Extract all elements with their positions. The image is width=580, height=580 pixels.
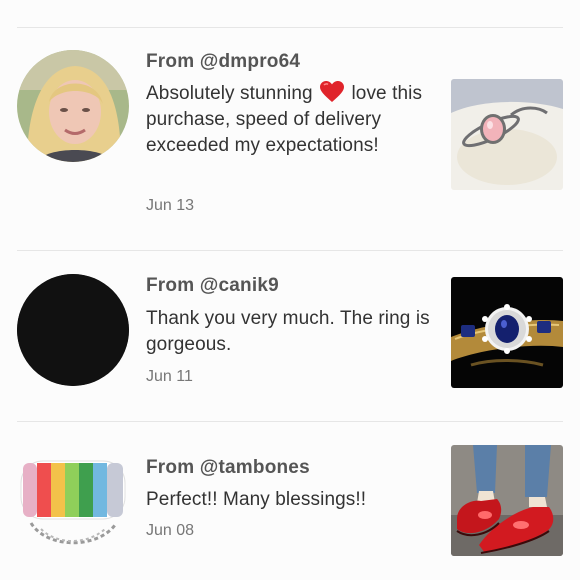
divider — [17, 421, 563, 422]
review-author[interactable]: From @canik9 — [146, 275, 279, 297]
review-author[interactable]: From @tambones — [146, 457, 310, 479]
review-author[interactable]: From @dmpro64 — [146, 51, 300, 73]
heart-icon — [320, 81, 345, 102]
review-date: Jun 11 — [146, 368, 193, 385]
product-thumbnail[interactable] — [451, 79, 563, 190]
divider — [17, 250, 563, 251]
review-message: Absolutely stunning love this purchase, … — [146, 81, 436, 159]
review-message: Perfect!! Many blessings!! — [146, 489, 367, 510]
review-message: Thank you very much. The ring is gorgeou… — [146, 308, 430, 355]
divider-top — [17, 27, 563, 28]
black-avatar-icon — [17, 274, 129, 386]
red-shoes-photo-icon — [451, 445, 563, 556]
rainbow-bag-photo-icon — [17, 445, 129, 557]
review-message-start: Absolutely stunning — [146, 83, 313, 104]
review-date: Jun 08 — [146, 522, 195, 539]
avatar[interactable] — [17, 445, 129, 557]
product-thumbnail[interactable] — [451, 277, 563, 388]
user-photo-icon — [17, 50, 129, 162]
product-thumbnail[interactable] — [451, 445, 563, 556]
ring-photo-icon — [451, 79, 563, 190]
avatar[interactable] — [17, 274, 129, 386]
review-date: Jun 13 — [146, 197, 195, 214]
sapphire-ring-photo-icon — [451, 277, 563, 388]
avatar[interactable] — [17, 50, 129, 162]
